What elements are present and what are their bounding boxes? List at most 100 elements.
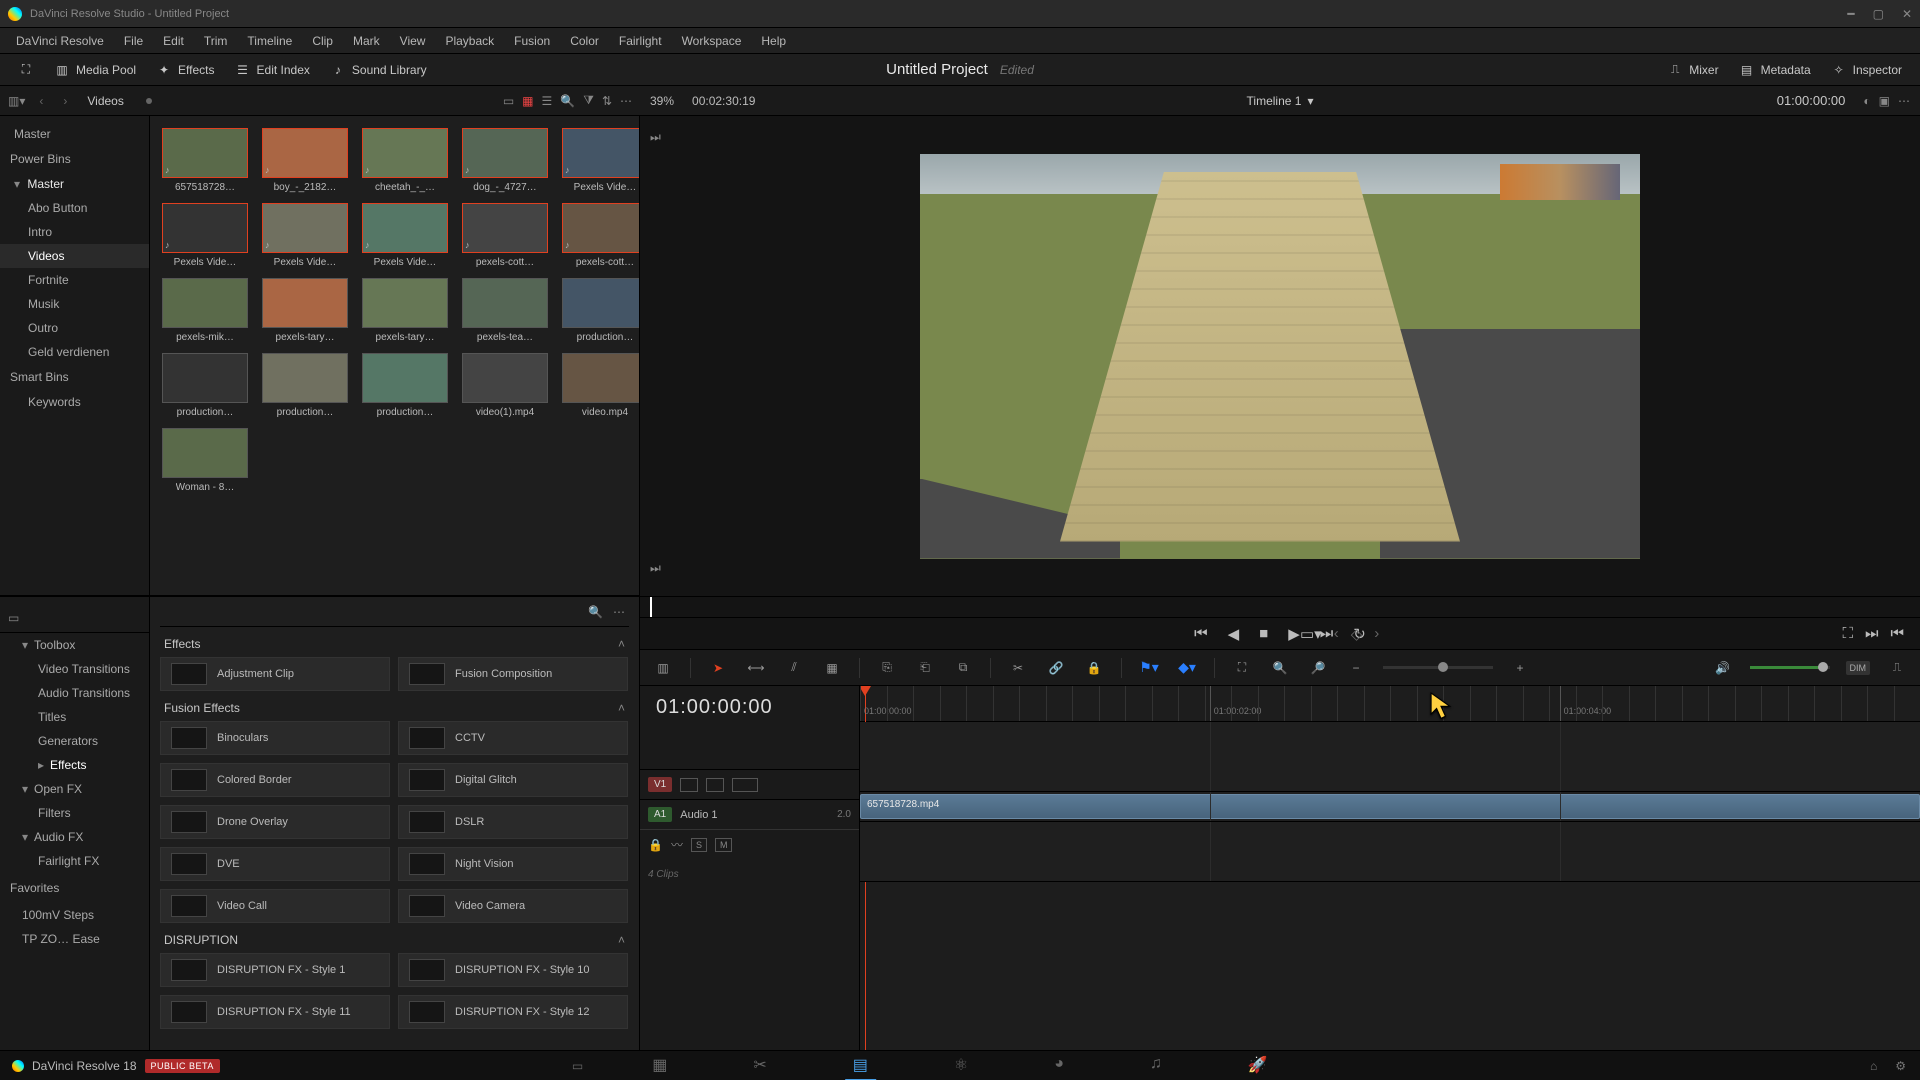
fx-audio-transitions[interactable]: Audio Transitions xyxy=(0,681,149,705)
metadata-button[interactable]: ▤ Metadata xyxy=(1729,58,1821,82)
track-display-icon[interactable] xyxy=(732,778,758,792)
bin-dropdown-button[interactable]: ▥▾ xyxy=(8,94,25,108)
fx-fav-tpzo[interactable]: TP ZO… Ease xyxy=(0,927,149,951)
viewer-scrubber[interactable] xyxy=(640,596,1920,618)
selection-tool[interactable]: ➤ xyxy=(707,657,729,679)
page-cut[interactable]: ✂ xyxy=(745,1051,774,1080)
v1-tag[interactable]: V1 xyxy=(648,777,672,792)
menu-view[interactable]: View xyxy=(390,30,436,52)
menu-clip[interactable]: Clip xyxy=(302,30,343,52)
clip-thumb[interactable]: pexels-mik… xyxy=(162,278,248,343)
bypass-grades-button[interactable]: ◐ xyxy=(1863,94,1870,108)
fx-item[interactable]: DISRUPTION FX - Style 12 xyxy=(398,995,628,1029)
menu-trim[interactable]: Trim xyxy=(194,30,238,52)
track-v1[interactable]: 657518728.mp4 xyxy=(860,792,1920,822)
clip-thumb[interactable]: ♪dog_-_4727… xyxy=(462,128,548,193)
lock-icon[interactable] xyxy=(680,778,698,792)
overwrite-button[interactable]: ⎗ xyxy=(914,657,936,679)
fx-generators[interactable]: Generators xyxy=(0,729,149,753)
dim-button[interactable]: DIM xyxy=(1846,661,1871,675)
volume-icon[interactable]: 🔊 xyxy=(1712,657,1734,679)
fx-item[interactable]: Fusion Composition xyxy=(398,657,628,691)
fx-toolbox[interactable]: ▾Toolbox xyxy=(0,633,149,657)
bin-musik[interactable]: Musik xyxy=(0,292,149,316)
clip-thumb[interactable]: ♪657518728… xyxy=(162,128,248,193)
fx-item[interactable]: CCTV xyxy=(398,721,628,755)
bin-master[interactable]: Master xyxy=(0,122,149,146)
track-a1[interactable] xyxy=(860,822,1920,882)
fx-item[interactable]: DISRUPTION FX - Style 1 xyxy=(160,953,390,987)
replace-button[interactable]: ⧉ xyxy=(952,657,974,679)
window-maximize-button[interactable]: ▢ xyxy=(1873,7,1884,21)
edit-index-button[interactable]: ☰ Edit Index xyxy=(225,58,320,82)
clip-thumb[interactable]: ♪Pexels Vide… xyxy=(362,203,448,268)
fx-item[interactable]: DISRUPTION FX - Style 10 xyxy=(398,953,628,987)
viewer-frame[interactable] xyxy=(920,154,1640,559)
menu-fusion[interactable]: Fusion xyxy=(504,30,560,52)
flag-button[interactable]: ⚑▾ xyxy=(1138,657,1160,679)
fx-item[interactable]: DSLR xyxy=(398,805,628,839)
clip-thumb[interactable]: ♪pexels-cott… xyxy=(462,203,548,268)
prev-edit-button[interactable]: ‹ xyxy=(1334,625,1339,643)
clip-thumb[interactable]: ♪pexels-cott… xyxy=(562,203,639,268)
fx-category-header[interactable]: DISRUPTION˄ xyxy=(160,923,629,953)
goto-out-button[interactable]: ⏮ xyxy=(1890,625,1904,642)
auto-select-icon[interactable] xyxy=(706,778,724,792)
pool-options-button[interactable]: ⋯ xyxy=(620,94,632,108)
fx-item[interactable]: Drone Overlay xyxy=(160,805,390,839)
window-minimize-button[interactable]: ━ xyxy=(1847,7,1854,21)
menu-mark[interactable]: Mark xyxy=(343,30,390,52)
menu-timeline[interactable]: Timeline xyxy=(237,30,302,52)
bin-abo-button[interactable]: Abo Button xyxy=(0,196,149,220)
fx-search-button[interactable]: 🔍 xyxy=(588,605,603,619)
clip-thumb[interactable]: ♪Pexels Vide… xyxy=(162,203,248,268)
clip-thumb[interactable]: video(1).mp4 xyxy=(462,353,548,418)
timeline-tracks[interactable]: 01:00:00:0001:00:02:0001:00:04:00 657518… xyxy=(860,686,1920,1050)
fx-item[interactable]: Binoculars xyxy=(160,721,390,755)
insert-button[interactable]: ⎘ xyxy=(876,657,898,679)
clip-thumb[interactable]: pexels-tea… xyxy=(462,278,548,343)
sort-button[interactable]: ⇅ xyxy=(602,94,612,108)
bin-back-button[interactable]: ‹ xyxy=(33,94,49,108)
fx-fav-100mv[interactable]: 100mV Steps xyxy=(0,903,149,927)
smart-bin-keywords[interactable]: Keywords xyxy=(0,390,149,414)
page-media[interactable]: ▦ xyxy=(644,1051,675,1080)
fx-fairlight[interactable]: Fairlight FX xyxy=(0,849,149,873)
effects-button[interactable]: ✦ Effects xyxy=(146,58,224,82)
fx-openfx[interactable]: ▾Open FX xyxy=(0,777,149,801)
sound-library-button[interactable]: ♪ Sound Library xyxy=(320,58,437,82)
clip-thumb[interactable]: production… xyxy=(262,353,348,418)
track-header-a1[interactable]: A1 Audio 1 2.0 xyxy=(640,799,859,829)
bin-forward-button[interactable]: › xyxy=(57,94,73,108)
single-viewer-button[interactable]: ▣ xyxy=(1879,94,1890,108)
clip-thumb[interactable]: ♪boy_-_2182… xyxy=(262,128,348,193)
detail-zoom[interactable]: 🔍 xyxy=(1269,657,1291,679)
bin-videos[interactable]: Videos xyxy=(0,244,149,268)
a1-curve-icon[interactable]: 〰 xyxy=(671,836,683,853)
full-extent-zoom[interactable]: ⛶ xyxy=(1231,657,1253,679)
marker-nav-button[interactable]: ◇ xyxy=(1351,625,1363,643)
fx-audiofx[interactable]: ▾Audio FX xyxy=(0,825,149,849)
clip-thumb[interactable]: ♪cheetah_-_… xyxy=(362,128,448,193)
a1-solo-button[interactable]: S xyxy=(691,838,707,852)
timeline-timecode[interactable]: 01:00:00:00 xyxy=(640,686,859,729)
menu-playback[interactable]: Playback xyxy=(435,30,504,52)
clip-thumb[interactable]: ♪Pexels Vide… xyxy=(262,203,348,268)
fx-options-button[interactable]: ⋯ xyxy=(613,605,625,619)
viewer-zoom[interactable]: 39% xyxy=(650,94,674,108)
bin-breadcrumb[interactable]: Videos xyxy=(81,94,129,108)
fx-item[interactable]: Digital Glitch xyxy=(398,763,628,797)
menu-workspace[interactable]: Workspace xyxy=(672,30,752,52)
fx-item[interactable]: Adjustment Clip xyxy=(160,657,390,691)
fx-titles[interactable]: Titles xyxy=(0,705,149,729)
track-header-v1[interactable]: V1 xyxy=(640,769,859,799)
media-pool-button[interactable]: ▥ Media Pool xyxy=(44,58,146,82)
clip-thumb[interactable]: ♪Pexels Vide… xyxy=(562,128,639,193)
clip-thumb[interactable]: Woman - 8… xyxy=(162,428,248,493)
menu-help[interactable]: Help xyxy=(751,30,796,52)
custom-zoom[interactable]: 🔎 xyxy=(1307,657,1329,679)
project-settings-button[interactable]: ⚙ xyxy=(1895,1059,1906,1073)
clip-thumb[interactable]: production… xyxy=(562,278,639,343)
play-button[interactable]: ▶ xyxy=(1288,625,1300,643)
window-close-button[interactable]: ✕ xyxy=(1902,7,1912,21)
